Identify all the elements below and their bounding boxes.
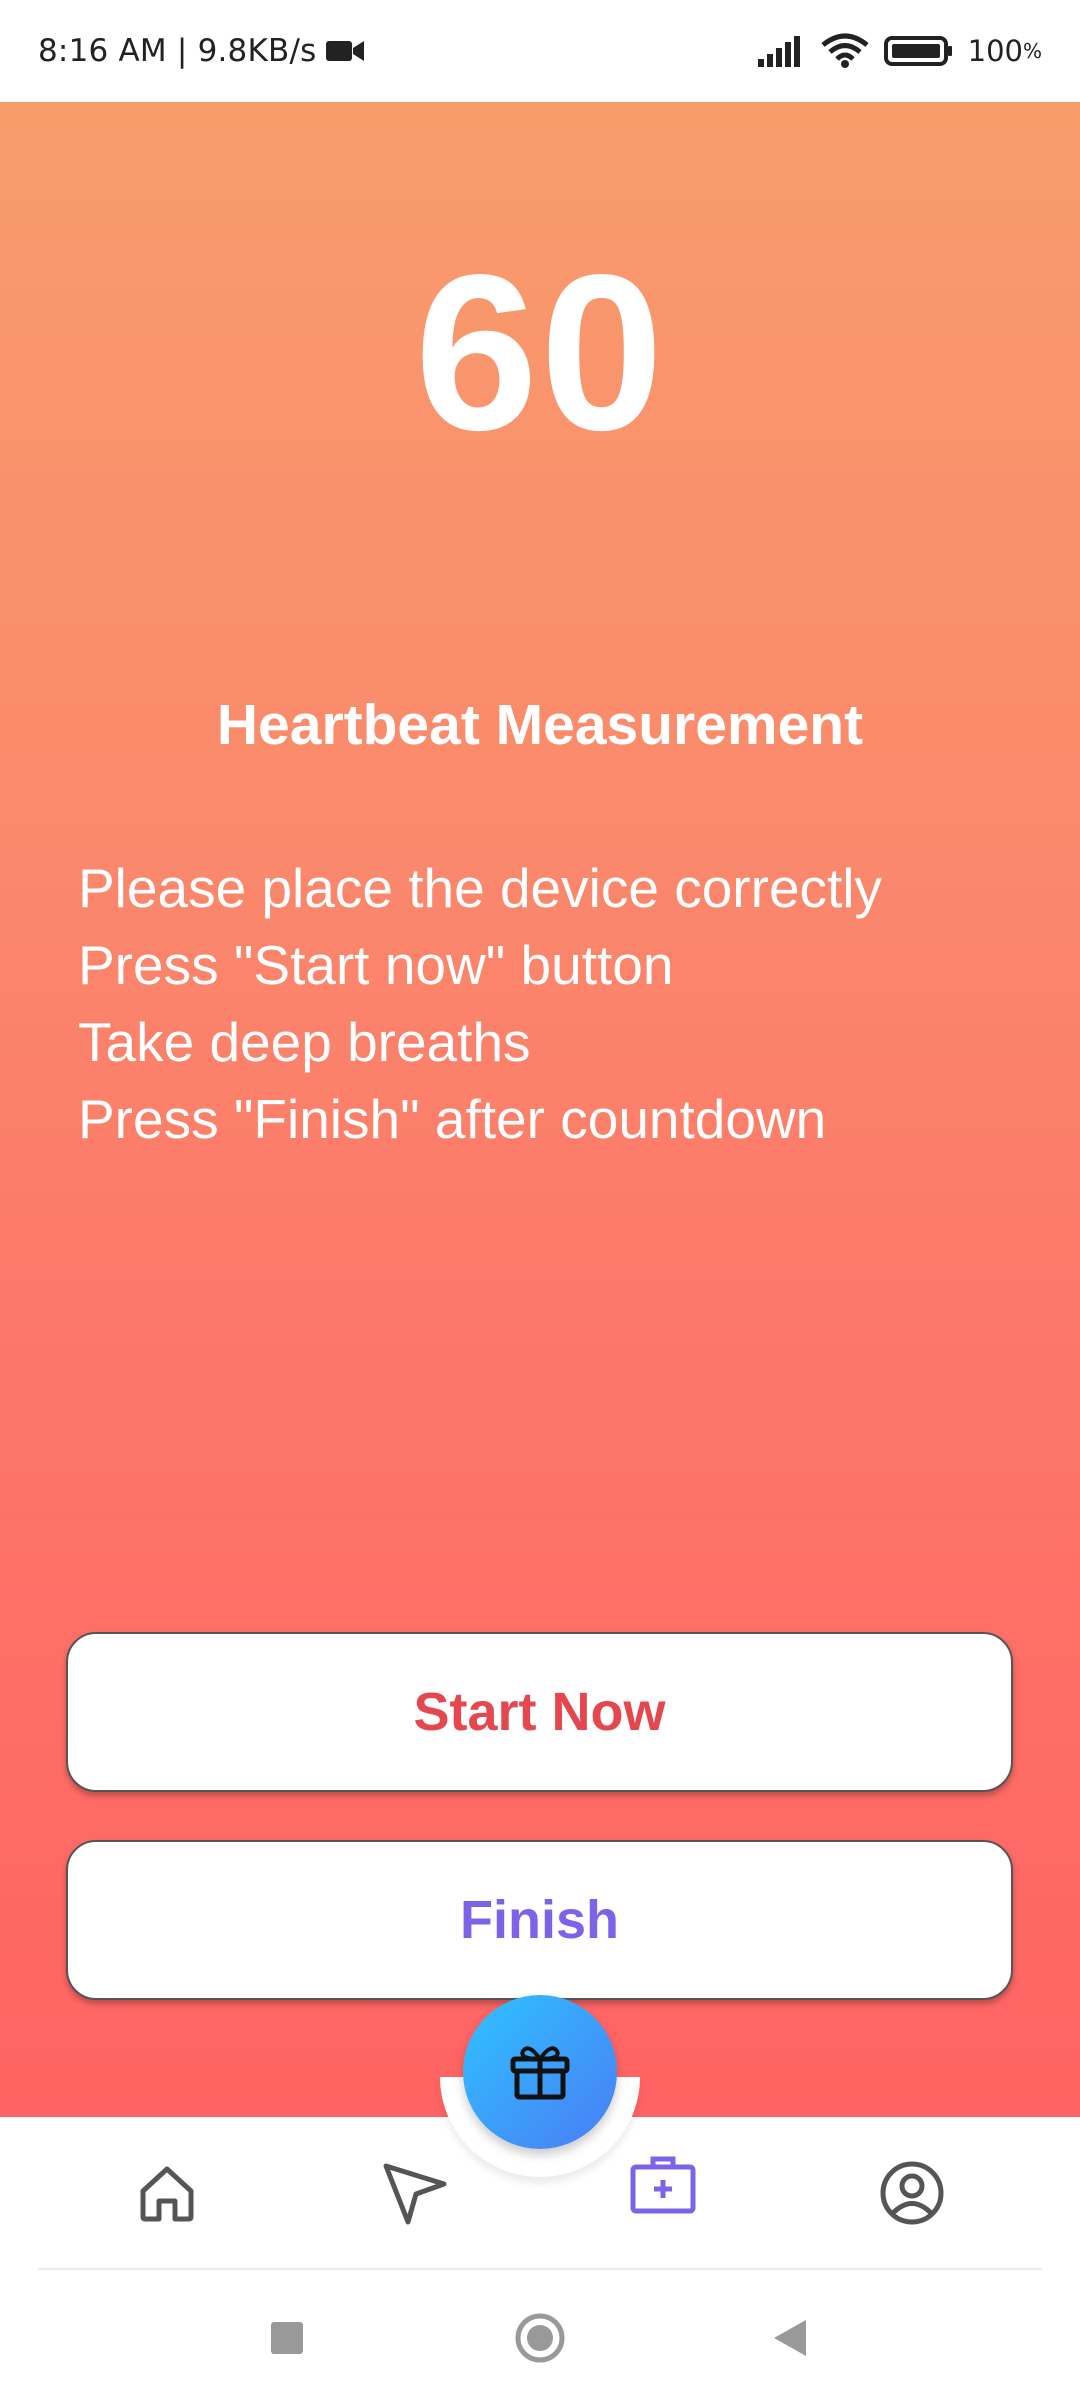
nav-home[interactable] (127, 2155, 207, 2235)
system-navigation-bar (0, 2270, 1080, 2400)
instruction-item: Press "Start now" button (78, 934, 674, 996)
home-circle-icon (514, 2312, 566, 2368)
battery-percentage: 100% (968, 34, 1042, 68)
battery-unit: % (1022, 39, 1042, 63)
nav-profile[interactable] (872, 2155, 952, 2235)
instruction-item: Please place the device correctly (78, 857, 883, 919)
instruction-item: Press "Finish" after countdown (78, 1088, 827, 1150)
home-icon (135, 2161, 199, 2229)
start-now-button[interactable]: Start Now (66, 1632, 1013, 1792)
back-icon (772, 2318, 808, 2362)
gift-fab-button[interactable] (463, 1995, 617, 2149)
recent-apps-icon (269, 2320, 305, 2360)
send-icon (380, 2158, 450, 2232)
nav-explore[interactable] (375, 2155, 455, 2235)
instructions-list: Please place the device correctly Press … (78, 850, 882, 1158)
battery-icon (883, 35, 954, 67)
gift-icon (507, 2039, 573, 2105)
measurement-panel: 60 Heartbeat Measurement Please place th… (0, 102, 1080, 2117)
video-camera-icon (326, 38, 366, 64)
wifi-icon (820, 33, 870, 69)
status-right: 100% (742, 33, 1042, 69)
status-bar: 8:16 AM | 9.8KB/s 100 % (0, 0, 1080, 102)
countdown-timer: 60 (414, 229, 666, 477)
recent-apps-button[interactable] (257, 2310, 317, 2370)
medical-kit-icon (629, 2153, 697, 2221)
page-title: Heartbeat Measurement (216, 693, 864, 757)
app-screen: 8:16 AM | 9.8KB/s 100 % 60 Heartbeat Mea… (0, 0, 1080, 2400)
status-time-speed: 8:16 AM | 9.8KB/s (38, 33, 317, 69)
nav-health[interactable] (623, 2147, 703, 2227)
finish-button[interactable]: Finish (66, 1840, 1013, 2000)
system-home-button[interactable] (510, 2310, 570, 2370)
battery-value: 100 (967, 34, 1023, 68)
system-back-button[interactable] (760, 2310, 820, 2370)
instruction-item: Take deep breaths (78, 1011, 531, 1073)
status-left: 8:16 AM | 9.8KB/s (38, 33, 366, 69)
signal-icon (756, 35, 806, 67)
profile-icon (879, 2160, 945, 2230)
